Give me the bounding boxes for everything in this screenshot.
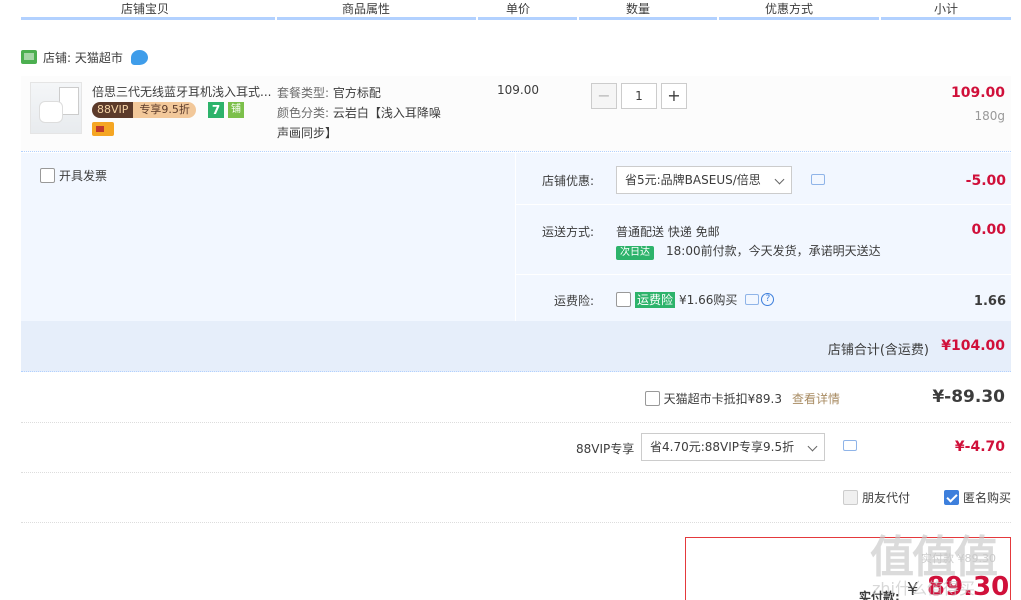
shipping-label: 运送方式: — [541, 225, 594, 239]
vip-discount-value: ¥-4.70 — [954, 439, 1005, 455]
unit-price: 109.00 — [497, 83, 539, 97]
header-separator — [577, 17, 579, 20]
shop-discount-selected: 省5元:品牌BASEUS/倍思 — [625, 173, 761, 187]
vip-badge-discount: 专享9.5折 — [133, 102, 196, 118]
attr-color-label: 颜色分类: — [277, 106, 330, 120]
header-separator — [717, 17, 719, 20]
col-attributes: 商品属性 — [342, 2, 391, 16]
shop-total-row: 店铺合计(含运费) ¥104.00 — [21, 321, 1011, 372]
card-deduction-option[interactable]: 天猫超市卡抵扣¥89.3 查看详情 — [641, 390, 840, 407]
quantity-minus-button[interactable]: − — [591, 83, 617, 109]
card-deduction-label: 天猫超市卡抵扣¥89.3 — [663, 392, 782, 406]
invoice-checkbox[interactable] — [40, 168, 55, 183]
earbud-case-image — [39, 101, 63, 123]
col-subtotal: 小计 — [934, 2, 959, 16]
invoice-label: 开具发票 — [59, 169, 108, 183]
header-separator — [879, 17, 881, 20]
vip-discount-row: 88VIP专享 省4.70元:88VIP专享9.5折 ¥-4.70 — [21, 423, 1011, 473]
shop-discount-select[interactable]: 省5元:品牌BASEUS/倍思 — [616, 166, 792, 194]
comment-icon[interactable] — [745, 294, 760, 305]
shop-row: 店铺: 天猫超市 — [21, 47, 148, 67]
friend-pay-checkbox[interactable] — [842, 490, 858, 505]
quantity-input[interactable] — [621, 83, 657, 109]
vip-badge-label: 88VIP — [92, 102, 134, 118]
vip-discount-select[interactable]: 省4.70元:88VIP专享9.5折 — [641, 433, 826, 461]
chevron-down-icon — [807, 441, 818, 452]
col-discount: 优惠方式 — [765, 2, 814, 16]
shop-discount-value: -5.00 — [965, 173, 1006, 189]
payment-extras-row: 朋友代付 匿名购买 — [21, 473, 1011, 523]
table-header: 店铺宝贝 商品属性 单价 数量 优惠方式 小计 — [21, 0, 1011, 20]
shop-total-label: 店铺合计(含运费) — [827, 343, 929, 358]
card-payment-icon — [92, 122, 114, 136]
wangwang-chat-icon[interactable] — [130, 49, 148, 65]
shop-icon — [21, 50, 37, 64]
col-quantity: 数量 — [626, 2, 651, 16]
cart-item-row: 倍思三代无线蓝牙耳机浅入耳式... 88VIP 专享9.5折 7 铺 套餐类型:… — [21, 76, 1011, 152]
card-deduction-checkbox[interactable] — [644, 391, 660, 406]
insurance-price: ¥1.66购买 — [679, 293, 738, 307]
chevron-down-icon — [774, 174, 785, 185]
attr-package-label: 套餐类型: — [277, 86, 330, 100]
attr-package-value: 官方标配 — [332, 86, 381, 100]
shipping-row: 运送方式: 普通配送 快递 免邮 次日达 18:00前付款，今天发货，承诺明天送达… — [516, 205, 1012, 275]
anonymous-label: 匿名购买 — [962, 491, 1011, 505]
card-deduction-value: ¥-89.30 — [932, 387, 1005, 407]
comment-icon[interactable] — [843, 440, 857, 451]
col-shop-item: 店铺宝贝 — [121, 2, 170, 16]
invoice-option[interactable]: 开具发票 — [36, 167, 107, 184]
shop-name[interactable]: 店铺: 天猫超市 — [43, 49, 123, 66]
vip-discount-badge: 88VIP 专享9.5折 — [92, 102, 196, 118]
vip-discount-selected: 省4.70元:88VIP专享9.5折 — [650, 440, 795, 454]
shop-discount-label: 店铺优惠: — [541, 174, 594, 188]
product-thumbnail[interactable] — [30, 82, 82, 134]
next-day-badge: 次日达 — [616, 246, 654, 260]
insurance-tag: 运费险 — [635, 291, 676, 308]
insurance-value: 1.66 — [973, 294, 1006, 309]
comment-icon[interactable] — [811, 174, 825, 185]
item-subtotal: 109.00 — [950, 85, 1005, 101]
card-deduction-row: 天猫超市卡抵扣¥89.3 查看详情 ¥-89.30 — [21, 373, 1011, 423]
item-weight: 180g — [974, 109, 1005, 123]
header-separator — [275, 17, 277, 20]
card-detail-link[interactable]: 查看详情 — [792, 390, 840, 407]
watermark-text: zhi什么值得买 — [872, 579, 975, 598]
shop-discount-row: 店铺优惠: 省5元:品牌BASEUS/倍思 -5.00 — [516, 153, 1012, 205]
product-title-link[interactable]: 倍思三代无线蓝牙耳机浅入耳式... — [92, 83, 272, 100]
shipping-promise-line: 次日达 18:00前付款，今天发货，承诺明天送达 — [616, 242, 881, 260]
insurance-label: 运费险: — [553, 294, 594, 308]
payment-extras: 朋友代付 匿名购买 — [842, 489, 1011, 506]
vip-label: 88VIP专享 — [576, 442, 635, 456]
quantity-stepper: − + — [591, 83, 687, 109]
header-separator — [476, 17, 478, 20]
product-attributes: 套餐类型: 官方标配 颜色分类: 云岩白【浅入耳降噪声画同步】 — [277, 83, 452, 143]
seven-day-return-icon: 7 — [208, 102, 224, 118]
friend-pay-label: 朋友代付 — [861, 491, 910, 505]
insurance-option[interactable]: 运费险 ¥1.66购买 ? — [616, 291, 775, 308]
shop-service-icon: 铺 — [228, 102, 244, 118]
quantity-plus-button[interactable]: + — [661, 83, 687, 109]
shipping-promise: 18:00前付款，今天发货，承诺明天送达 — [666, 244, 881, 258]
shipping-value: 0.00 — [971, 222, 1006, 238]
order-options-panel: 开具发票 店铺优惠: 省5元:品牌BASEUS/倍思 -5.00 运送方式: 普… — [21, 153, 1012, 321]
shop-total-value: ¥104.00 — [941, 338, 1005, 354]
shop-options: 店铺优惠: 省5元:品牌BASEUS/倍思 -5.00 运送方式: 普通配送 快… — [515, 153, 1012, 321]
shipping-method: 普通配送 快递 免邮 — [616, 225, 720, 239]
col-unit-price: 单价 — [506, 2, 531, 16]
help-icon[interactable]: ? — [761, 293, 775, 306]
shipping-insurance-row: 运费险: 运费险 ¥1.66购买 ? 1.66 — [516, 275, 1012, 321]
anonymous-checkbox[interactable] — [943, 490, 959, 505]
insurance-checkbox[interactable] — [616, 292, 631, 307]
